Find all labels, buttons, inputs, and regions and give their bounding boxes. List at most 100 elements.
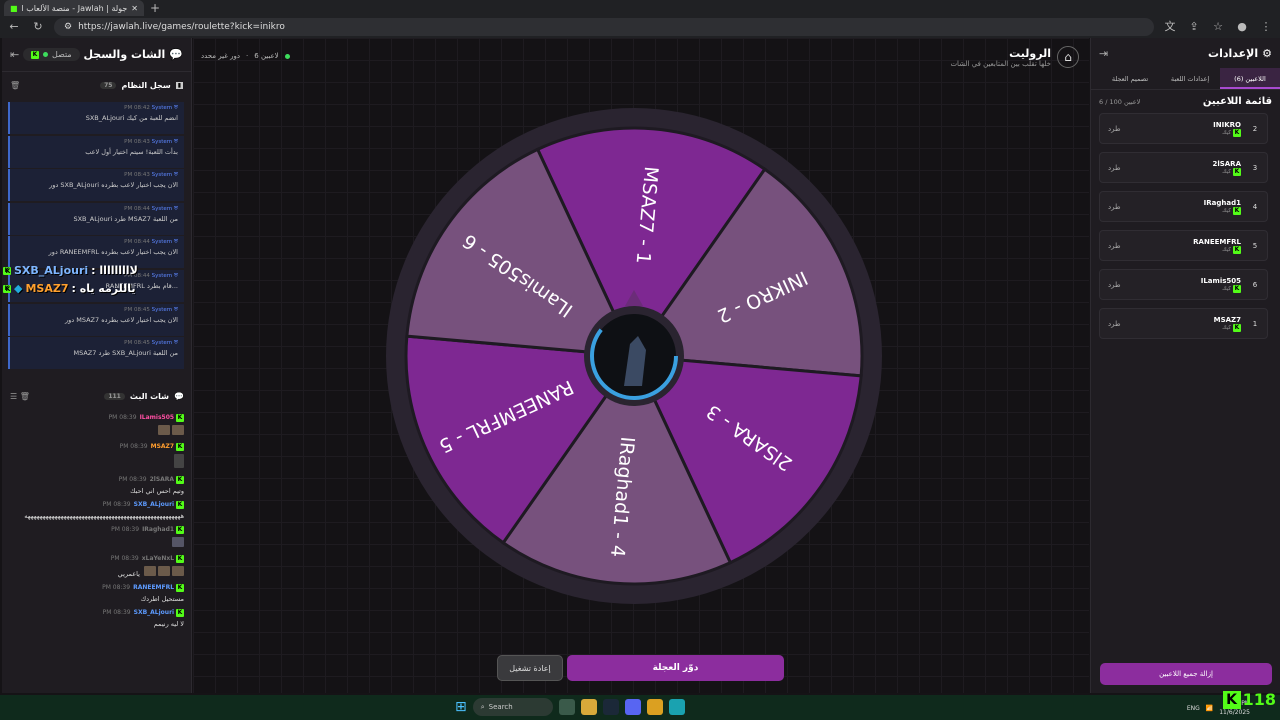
player-number: 5: [1252, 241, 1258, 250]
player-info: MSAZ7 كيك K 1: [1214, 316, 1259, 332]
kick-player-button[interactable]: طرد: [1108, 281, 1121, 289]
log-entry-text: دور SXB_ALjouri الان يجب اختيار لاعب بطر…: [49, 181, 178, 190]
game-subtitle: خلها تقلب بين المتابعين في الشات: [950, 59, 1051, 68]
player-name-group: ILamis505 كيك K: [1201, 277, 1241, 293]
player-source: كيك K: [1222, 206, 1241, 215]
list-icon[interactable]: ☰: [10, 392, 17, 401]
bookmark-star-icon[interactable]: ☆: [1210, 19, 1226, 35]
system-log-title: سجل النظام: [121, 80, 171, 90]
browser-tab[interactable]: ■ جولة | Jawlah - منصة الألعاب التفا... …: [4, 0, 144, 16]
back-icon[interactable]: ←: [6, 19, 22, 35]
chrome-icon[interactable]: [646, 699, 663, 715]
collapse-panel-icon[interactable]: ⇥: [1099, 47, 1108, 60]
chat-emotes: [8, 537, 184, 549]
kick-player-button[interactable]: طرد: [1108, 320, 1121, 328]
round-info: دور غير محدد: [201, 52, 241, 60]
chat-message: PM 08:39 2lSARA K وتيم احس اني احبك: [118, 476, 184, 495]
connection-status-badge: K متصل: [23, 48, 80, 61]
trash-icon[interactable]: 🗑: [10, 81, 20, 90]
game-title-group: الروليت خلها تقلب بين المتابعين في الشات: [950, 47, 1051, 68]
player-name: INIKRO: [1213, 120, 1241, 129]
kick-player-button[interactable]: طرد: [1108, 164, 1121, 172]
chat-message: PM 08:39 ILamis505 K: [8, 414, 184, 437]
language-indicator[interactable]: ENG: [1187, 705, 1200, 712]
taskbar-search[interactable]: ⌕ Search: [472, 698, 553, 716]
chat-message: PM 08:39 SXB_ALjouri K لا ليه رنيمم: [102, 609, 184, 628]
chat-message: PM 08:39 SXB_ALjouri K هههههههههههههههههه…: [24, 501, 184, 520]
player-number: 2: [1252, 124, 1258, 133]
tab-players[interactable]: اللاعبين (6): [1220, 68, 1280, 89]
folder-icon[interactable]: [580, 699, 597, 715]
search-placeholder: Search: [488, 703, 513, 711]
player-name-group: MSAZ7 كيك K: [1214, 316, 1241, 332]
kick-logo-icon: K: [1233, 323, 1241, 332]
steam-icon[interactable]: [602, 699, 619, 715]
left-panel-title-group: الشات والسجل 💬: [83, 48, 183, 61]
chat-message: PM 08:39 xLaYeNxL K ياعمريي: [110, 555, 184, 578]
taskbar-app-icon[interactable]: [558, 699, 575, 715]
translate-icon[interactable]: 文: [1162, 19, 1178, 35]
spin-wheel-button[interactable]: دوّر العجلة: [567, 655, 784, 681]
log-entry: PM 08:45 System ⛨ دور MSAZ7 الان يجب اخت…: [8, 303, 184, 336]
player-source: كيك K: [1222, 128, 1241, 137]
game-status-info: دور غير محدد · 6 لاعبين: [201, 52, 290, 60]
edge-icon[interactable]: [668, 699, 685, 715]
stream-overlay-chat: K SXB_ALjouri : لااااااااا K ◆ MSAZ7 : ي…: [3, 264, 138, 300]
player-row: طرد IRaghad1 كيك K 4: [1099, 191, 1268, 222]
player-number: 3: [1252, 163, 1258, 172]
log-entry-text: SXB_ALjouri انضم للعبة من كيك: [85, 114, 178, 122]
kick-player-button[interactable]: طرد: [1108, 125, 1121, 133]
menu-dots-icon[interactable]: ⋮: [1258, 19, 1274, 35]
share-icon[interactable]: ⇪: [1186, 19, 1202, 35]
log-entry-text: بدأت اللعبة! سيتم اختيار أول لاعب: [85, 147, 178, 156]
player-name: 2lSARA: [1212, 159, 1241, 168]
kick-player-button[interactable]: طرد: [1108, 242, 1121, 250]
separator: ·: [246, 52, 249, 60]
discord-icon[interactable]: [624, 699, 641, 715]
search-icon: ⌕: [480, 702, 485, 711]
profile-avatar-icon[interactable]: ●: [1234, 19, 1250, 35]
player-name-group: IRaghad1 كيك K: [1204, 199, 1241, 215]
tab-game-settings[interactable]: إعدادات اللعبة: [1160, 68, 1220, 89]
reset-button[interactable]: إعادة تشغيل: [497, 655, 563, 681]
log-entry: PM 08:43 System ⛨ دور SXB_ALjouri الان ي…: [8, 169, 184, 202]
overlay-message: : ياللزمه ياه: [71, 282, 136, 295]
stream-chat-list[interactable]: PM 08:39 ILamis505 K PM 08:39 MSAZ7 K PM 0…: [8, 414, 184, 692]
url-field[interactable]: ⚙ https://jawlah.live/games/roulette?kic…: [54, 18, 1154, 36]
settings-tabs: تصميم العجلة إعدادات اللعبة اللاعبين (6): [1091, 68, 1280, 90]
player-info: RANEEMFRL كيك K 5: [1193, 238, 1259, 254]
new-tab-icon[interactable]: +: [150, 1, 160, 15]
close-tab-icon[interactable]: ✕: [131, 4, 138, 13]
kick-player-button[interactable]: طرد: [1108, 203, 1121, 211]
tab-favicon-icon: ■: [10, 3, 18, 13]
log-entry: PM 08:45 System ⛨ MSAZ7 طرد SXB_ALjouri …: [8, 337, 184, 370]
chat-message: PM 08:39 RANEEMFRL K مستحيل اطردك: [102, 584, 184, 603]
trash-icon[interactable]: 🗑: [20, 392, 30, 401]
home-button[interactable]: ⌂: [1057, 46, 1079, 68]
wifi-icon[interactable]: 📶: [1206, 705, 1213, 712]
overlay-user: SXB_ALjouri: [14, 264, 89, 277]
kick-logo-icon: K: [1233, 284, 1241, 293]
settings-title: الإعدادات: [1208, 46, 1259, 60]
windows-start-icon[interactable]: ⊞: [455, 699, 467, 715]
site-info-icon[interactable]: ⚙: [64, 22, 72, 32]
tab-wheel-design[interactable]: تصميم العجلة: [1100, 68, 1160, 89]
app-root: ⇤ K متصل الشات والسجل 💬 🗑 75 سجل النظام …: [0, 38, 1280, 695]
status-dot-icon: [43, 52, 48, 57]
connection-status-text: متصل: [52, 50, 72, 59]
chat-log-panel: ⇤ K متصل الشات والسجل 💬 🗑 75 سجل النظام …: [2, 38, 192, 693]
collapse-panel-icon[interactable]: ⇤: [10, 48, 19, 61]
player-row: طرد ILamis505 كيك K 6: [1099, 269, 1268, 300]
system-log-list[interactable]: PM 08:42 System ⛨ SXB_ALjouri انضم للعبة…: [8, 102, 184, 380]
badge-icon: ◆: [14, 282, 23, 295]
settings-panel: ⇥ الإعدادات ⚙ تصميم العجلة إعدادات اللعب…: [1090, 38, 1280, 693]
kick-logo-icon: K: [3, 266, 11, 275]
reload-icon[interactable]: ↻: [30, 19, 46, 35]
terminal-icon: ▮: [175, 81, 183, 89]
left-panel-title: الشات والسجل: [83, 48, 166, 61]
tab-bar: ■ جولة | Jawlah - منصة الألعاب التفا... …: [0, 0, 1280, 16]
player-info: IRaghad1 كيك K 4: [1204, 199, 1259, 215]
remove-all-players-button[interactable]: إزالة جميع اللاعبين: [1100, 663, 1272, 685]
overlay-message: : لااااااااا: [91, 264, 138, 277]
roulette-wheel[interactable]: MSAZ7 - 1 INIKRO - 2 2lSARA - 3 IRaghad1 - …: [386, 108, 882, 604]
